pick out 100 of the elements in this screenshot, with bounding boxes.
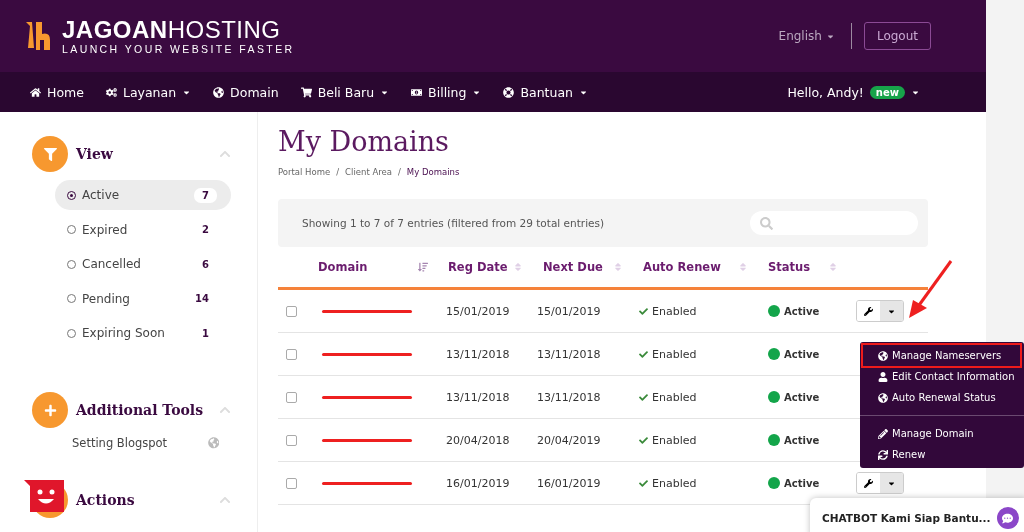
chevron-up-icon[interactable] (219, 404, 231, 416)
status-text: Active (784, 477, 820, 489)
table-cell-text: 13/11/2018 (536, 390, 602, 404)
actions-button-group[interactable] (856, 472, 904, 494)
logout-button[interactable]: Logout (863, 22, 931, 50)
sort-icon[interactable] (828, 262, 838, 272)
sort-icon[interactable] (418, 262, 428, 272)
user-icon (878, 371, 888, 382)
actions-button-group[interactable] (856, 300, 904, 322)
cart-icon (300, 86, 312, 98)
row-checkbox[interactable] (286, 305, 297, 317)
nav-item[interactable]: Beli Baru (300, 84, 390, 100)
table-cell-text: 15/01/2019 (536, 304, 602, 318)
status-dot (768, 305, 780, 317)
wrench-icon (864, 478, 873, 488)
status-dot (768, 391, 780, 403)
lifebuoy-icon (503, 86, 515, 98)
row-checkbox[interactable] (286, 477, 297, 489)
home-icon (30, 86, 41, 98)
column-header[interactable]: Domain (318, 260, 368, 274)
table-cell: Enabled (652, 390, 697, 404)
search-field[interactable] (750, 211, 918, 235)
language-menu[interactable]: English (778, 23, 852, 49)
table-cell-text: 13/11/2018 (445, 390, 511, 404)
column-header[interactable]: Next Due (543, 260, 603, 274)
table-cell: Enabled (652, 476, 697, 490)
row-checkbox[interactable] (286, 348, 297, 360)
sort-icon[interactable] (513, 262, 523, 272)
check-icon (639, 306, 648, 316)
globe-icon (878, 392, 888, 403)
page-title: My Domains (278, 126, 450, 157)
table-cell-text: 16/01/2019 (536, 476, 602, 490)
table-cell-text: 20/04/2019 (536, 433, 602, 447)
check-icon (639, 392, 648, 402)
user-menu[interactable]: Hello, Andy! new (787, 84, 920, 100)
table-cell-text: 13/11/2018 (536, 347, 602, 361)
new-badge: new (869, 85, 905, 99)
chatbot-widget[interactable]: CHATBOT Kami Siap Bantu... (810, 498, 1024, 532)
check-icon (639, 349, 648, 359)
pencil-icon (878, 428, 888, 439)
menu-item[interactable]: Auto Renewal Status (863, 387, 1020, 408)
check-icon (639, 435, 648, 445)
table-cell-text: 16/01/2019 (445, 476, 511, 490)
table-cell: Enabled (652, 433, 697, 447)
wrench-icon (864, 306, 873, 316)
table-cell: Enabled (652, 347, 697, 361)
table-cell: Enabled (652, 304, 697, 318)
section-title: Actions (76, 492, 136, 508)
table-cell-text: 15/01/2019 (445, 304, 511, 318)
filter-item[interactable]: Cancelled 6 (55, 249, 231, 279)
nav-item[interactable]: Billing (411, 84, 482, 100)
menu-item[interactable]: Manage Nameservers (863, 345, 1020, 366)
chevron-up-icon[interactable] (219, 494, 231, 506)
column-header[interactable]: Reg Date (448, 260, 508, 274)
gears-icon (105, 86, 117, 98)
search-icon (760, 216, 773, 230)
status-dot (768, 477, 780, 489)
nav-item[interactable]: Layanan (105, 84, 192, 100)
globe-icon (213, 86, 225, 98)
table-cell-text: 20/04/2018 (445, 433, 511, 447)
nav-item[interactable]: Domain (213, 84, 279, 100)
table-cell-text: 13/11/2018 (445, 347, 511, 361)
check-icon (639, 478, 648, 488)
globe-icon (207, 437, 219, 449)
row-checkbox[interactable] (286, 391, 297, 403)
refresh-icon (878, 449, 888, 460)
sidebar-link[interactable]: Setting Blogspot (72, 436, 168, 450)
nav-item[interactable]: Home (30, 84, 84, 100)
section-title: Additional Tools (76, 402, 204, 418)
filter-item[interactable]: Pending 14 (55, 283, 231, 314)
caret-button[interactable] (880, 473, 903, 493)
plus-icon (32, 392, 68, 428)
brand-name: JAGOANHOSTING (62, 17, 282, 43)
breadcrumb-separator: / (398, 167, 401, 177)
status-text: Active (784, 305, 820, 317)
sort-icon[interactable] (613, 262, 623, 272)
globe-icon (878, 350, 888, 361)
filter-item[interactable]: Expiring Soon 1 (55, 318, 231, 348)
breadcrumb-item: My Domains (406, 167, 460, 177)
caret-button[interactable] (880, 301, 903, 321)
menu-item[interactable]: Edit Contact Information (863, 366, 1020, 387)
filter-icon (32, 136, 68, 172)
menu-item[interactable]: Manage Domain (863, 423, 1020, 444)
column-header[interactable]: Auto Renew (643, 260, 721, 274)
brand-tagline: LAUNCH YOUR WEBSITE FASTER (62, 43, 295, 55)
breadcrumb-separator: / (336, 167, 340, 177)
filter-item[interactable]: Active 7 (55, 180, 231, 210)
nav-item[interactable]: Bantuan (503, 84, 588, 100)
status-dot (768, 348, 780, 360)
entries-info: Showing 1 to 7 of 7 entries (filtered from 29 total entries) (302, 217, 605, 229)
status-text: Active (784, 348, 820, 360)
column-header[interactable]: Status (768, 260, 811, 274)
section-title: View (76, 146, 114, 162)
row-checkbox[interactable] (286, 434, 297, 446)
filter-item[interactable]: Expired 2 (55, 214, 231, 245)
chevron-up-icon[interactable] (219, 148, 231, 160)
menu-item[interactable]: Renew (863, 444, 1020, 465)
breadcrumb-item[interactable]: Client Area (345, 167, 392, 177)
breadcrumb-item[interactable]: Portal Home (278, 167, 331, 177)
sort-icon[interactable] (738, 262, 748, 272)
